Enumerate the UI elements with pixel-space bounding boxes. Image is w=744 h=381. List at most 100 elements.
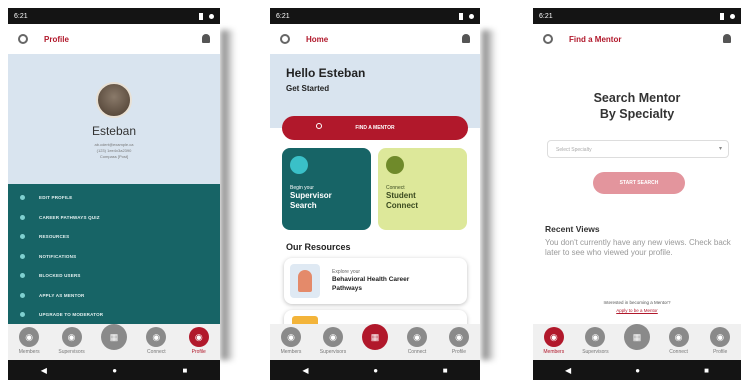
start-search-label: START SEARCH bbox=[619, 180, 659, 186]
gear-icon[interactable] bbox=[18, 34, 28, 44]
system-nav-bar: ◀ ● ■ bbox=[270, 360, 480, 380]
blocked-icon bbox=[20, 273, 25, 279]
status-time: 6:21 bbox=[276, 12, 290, 20]
nav-label: Members bbox=[18, 349, 40, 355]
supervisors-icon: ◉ bbox=[585, 327, 606, 347]
supervisors-icon: ◉ bbox=[323, 327, 343, 347]
menu-item-upgrade-moderator[interactable]: UPGRADE TO MODERATOR bbox=[8, 305, 220, 325]
status-time: 6:21 bbox=[539, 12, 553, 20]
nav-profile[interactable]: ◉ Profile bbox=[441, 327, 477, 355]
mentor-question: Interested in becoming a Mentor? bbox=[603, 300, 671, 305]
menu-label: CAREER PATHWAYS QUIZ bbox=[39, 214, 100, 220]
find-mentor-button[interactable]: FIND A MENTOR bbox=[282, 116, 468, 140]
card-title-1: Student bbox=[386, 191, 416, 200]
avatar[interactable] bbox=[96, 82, 132, 118]
back-icon[interactable]: ◀ bbox=[302, 366, 308, 375]
nav-label: Supervisors bbox=[319, 349, 347, 355]
page-title: Home bbox=[306, 34, 329, 44]
nav-label: Connect bbox=[669, 349, 688, 355]
nav-members[interactable]: ◉ Members bbox=[273, 327, 309, 355]
gear-icon[interactable] bbox=[280, 34, 290, 44]
nav-members[interactable]: ◉ Members bbox=[11, 327, 47, 355]
phone-shadow bbox=[221, 30, 235, 360]
supervisors-icon: ◉ bbox=[61, 327, 82, 347]
recents-icon[interactable]: ■ bbox=[182, 366, 187, 375]
menu-label: RESOURCES bbox=[39, 234, 70, 240]
menu-label: BLOCKED USERS bbox=[39, 273, 81, 279]
apply-mentor-link[interactable]: Apply to be a Mentor bbox=[533, 308, 741, 313]
nav-label: Connect bbox=[407, 349, 427, 355]
bell-icon[interactable] bbox=[723, 34, 731, 43]
members-icon: ◉ bbox=[281, 327, 301, 347]
bell-icon[interactable] bbox=[462, 34, 470, 43]
person-icon bbox=[20, 292, 25, 298]
nav-connect[interactable]: ◉ Connect bbox=[399, 327, 435, 355]
bell-icon[interactable] bbox=[202, 34, 210, 43]
members-icon: ◉ bbox=[19, 327, 40, 347]
gear-icon[interactable] bbox=[543, 34, 553, 44]
start-search-button[interactable]: START SEARCH bbox=[593, 172, 685, 194]
bottom-nav: ◉ Members ◉ Supervisors ▦ ◉ Connect ◉ Profil… bbox=[270, 324, 480, 360]
supervisor-search-card[interactable]: Begin your Supervisor Search bbox=[282, 148, 371, 230]
home-icon[interactable]: ● bbox=[373, 366, 378, 375]
greeting: Hello Esteban bbox=[286, 66, 366, 80]
edit-icon bbox=[20, 195, 25, 201]
home-icon[interactable]: ● bbox=[112, 366, 117, 375]
home-grid-icon: ▦ bbox=[100, 324, 127, 350]
status-bar: 6:21 bbox=[8, 8, 220, 24]
mentor-phone-screen: 6:21 Find a Mentor Search Mentor By Spec… bbox=[533, 8, 741, 380]
menu-item-blocked-users[interactable]: BLOCKED USERS bbox=[8, 266, 220, 286]
profile-icon: ◉ bbox=[449, 327, 469, 347]
home-phone-screen: 6:21 Home Hello Esteban Get Started FIND… bbox=[270, 8, 480, 380]
members-icon: ◉ bbox=[543, 327, 564, 347]
profile-phone-screen: 6:21 Profile Esteban ab.cdert@example.ca… bbox=[8, 8, 220, 380]
nav-home[interactable]: ▦ bbox=[619, 324, 655, 350]
connect-icon: ◉ bbox=[668, 327, 689, 347]
nav-supervisors[interactable]: ◉ Supervisors bbox=[577, 327, 613, 355]
nav-connect[interactable]: ◉ Connect bbox=[661, 327, 697, 355]
card-title-2: Search bbox=[290, 201, 317, 210]
menu-label: UPGRADE TO MODERATOR bbox=[39, 312, 104, 318]
status-time: 6:21 bbox=[14, 12, 28, 20]
student-connect-card[interactable]: Connect Student Connect bbox=[378, 148, 467, 230]
find-mentor-label: FIND A MENTOR bbox=[355, 125, 395, 131]
recents-icon[interactable]: ■ bbox=[704, 366, 709, 375]
nav-profile[interactable]: ◉ Profile bbox=[702, 327, 738, 355]
resources-icon bbox=[20, 234, 25, 240]
nav-home[interactable]: ▦ bbox=[96, 324, 132, 350]
nav-supervisors[interactable]: ◉ Supervisors bbox=[54, 327, 90, 355]
menu-label: APPLY AS MENTOR bbox=[39, 292, 85, 298]
specialty-select[interactable]: Select Specialty ▾ bbox=[547, 140, 729, 158]
nav-supervisors[interactable]: ◉ Supervisors bbox=[315, 327, 351, 355]
menu-item-apply-mentor[interactable]: APPLY AS MENTOR bbox=[8, 286, 220, 306]
nav-members[interactable]: ◉ Members bbox=[536, 327, 572, 355]
subtitle: Get Started bbox=[286, 84, 330, 93]
nav-label: Profile bbox=[191, 349, 206, 355]
back-icon[interactable]: ◀ bbox=[565, 366, 571, 375]
bottom-nav: ◉ Members ◉ Supervisors ▦ ◉ Connect ◉ Profil… bbox=[533, 324, 741, 360]
nav-label: Profile bbox=[713, 349, 728, 355]
home-icon[interactable]: ● bbox=[635, 366, 640, 375]
nav-connect[interactable]: ◉ Connect bbox=[138, 327, 174, 355]
connect-icon: ◉ bbox=[407, 327, 427, 347]
nav-profile[interactable]: ◉ Profile bbox=[181, 327, 217, 355]
menu-item-notifications[interactable]: NOTIFICATIONS bbox=[8, 247, 220, 267]
card-title-1: Supervisor bbox=[290, 191, 332, 200]
app-bar: Home bbox=[270, 24, 480, 54]
resource-card[interactable]: Explore your Behavioral Health Career Pa… bbox=[284, 258, 467, 304]
recents-icon[interactable]: ■ bbox=[443, 366, 448, 375]
menu-item-resources[interactable]: RESOURCES bbox=[8, 227, 220, 247]
nav-label: Supervisors bbox=[582, 349, 609, 355]
app-bar: Find a Mentor bbox=[533, 24, 741, 54]
profile-org: Compass [Post] bbox=[99, 154, 129, 159]
profile-menu: EDIT PROFILE CAREER PATHWAYS QUIZ RESOUR… bbox=[8, 184, 220, 324]
chevron-down-icon: ▾ bbox=[718, 146, 722, 152]
status-bar: 6:21 bbox=[270, 8, 480, 24]
menu-item-career-quiz[interactable]: CAREER PATHWAYS QUIZ bbox=[8, 208, 220, 228]
resource-small: Explore your bbox=[332, 269, 361, 275]
back-icon[interactable]: ◀ bbox=[41, 366, 47, 375]
nav-home[interactable]: ▦ bbox=[357, 324, 393, 350]
chat-icon bbox=[386, 156, 404, 174]
status-icons bbox=[459, 12, 474, 20]
menu-item-edit-profile[interactable]: EDIT PROFILE bbox=[8, 188, 220, 208]
